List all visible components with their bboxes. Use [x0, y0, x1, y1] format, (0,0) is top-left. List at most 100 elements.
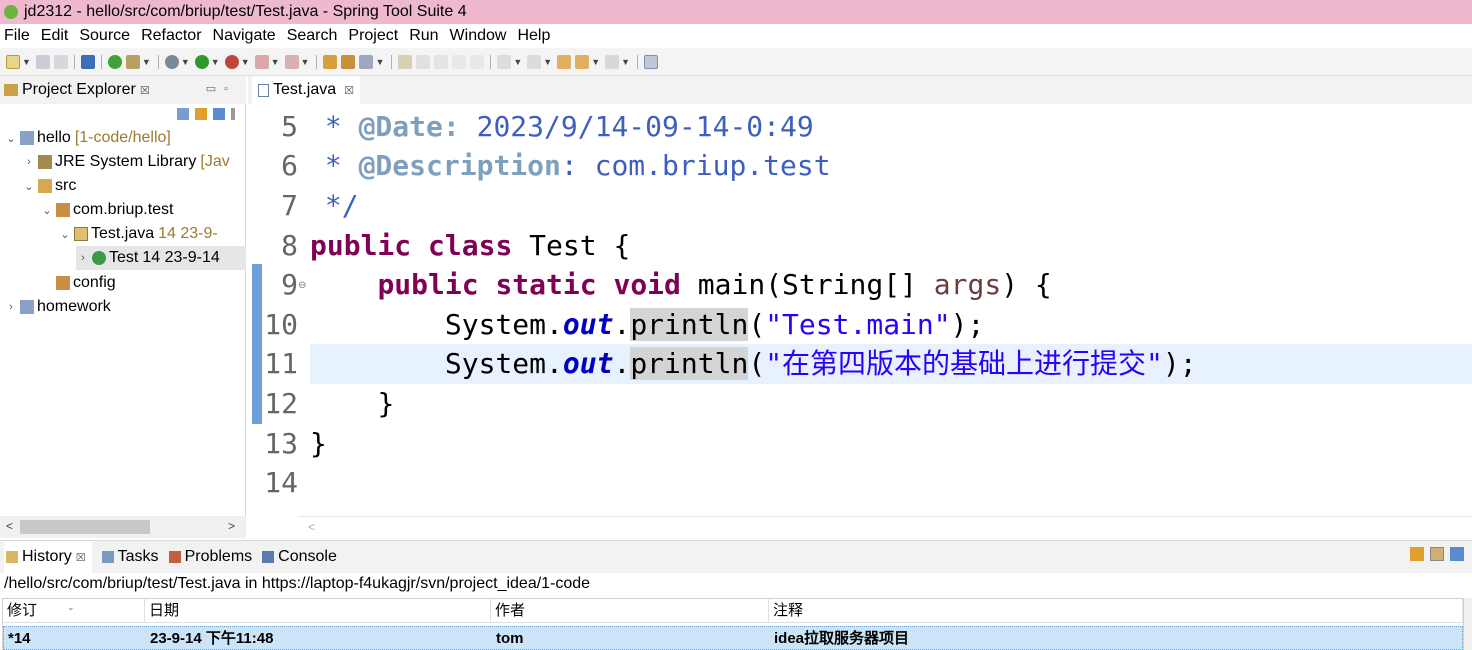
tree-item-src[interactable]: ⌄ src [22, 174, 76, 198]
search-dropdown-icon[interactable]: ▼ [375, 57, 384, 67]
close-icon[interactable]: ☒ [76, 551, 86, 564]
column-header-date[interactable]: 日期 [145, 599, 491, 623]
column-header-author[interactable]: 作者 [491, 599, 769, 623]
expand-icon[interactable]: › [76, 252, 90, 264]
menu-project[interactable]: Project [348, 27, 398, 45]
tree-item-jre[interactable]: › JRE System Library [Jav [22, 150, 230, 174]
open-perspective-icon[interactable] [644, 54, 659, 69]
menu-file[interactable]: File [4, 27, 30, 45]
new-spring-icon[interactable] [125, 54, 140, 69]
forward-dropdown-icon[interactable]: ▼ [621, 57, 630, 67]
code-editor[interactable]: Test.java ☒ ⊖ 5 6 7 8 9 10 11 12 13 14 *… [248, 76, 1472, 538]
explorer-horizontal-scrollbar[interactable]: < > [0, 516, 246, 538]
run-dropdown-icon[interactable]: ▼ [211, 57, 220, 67]
menu-search[interactable]: Search [287, 27, 338, 45]
expand-icon[interactable]: ⌄ [40, 204, 54, 217]
terminal-icon[interactable] [80, 54, 95, 69]
show-whitespace-icon[interactable] [452, 54, 467, 69]
save-all-icon[interactable] [53, 54, 68, 69]
menu-refactor[interactable]: Refactor [141, 27, 201, 45]
prev-annotation-dropdown-icon[interactable]: ▼ [543, 57, 552, 67]
link-with-editor-icon[interactable] [195, 108, 207, 120]
new-dropdown-icon[interactable]: ▼ [22, 57, 31, 67]
main-toolbar: ▼ ▼ ▼ ▼ ▼ ▼ ▼ ▼ ▼ ▼ ▼ ▼ [0, 48, 1472, 76]
collapse-all-icon[interactable] [177, 108, 189, 120]
menu-source[interactable]: Source [79, 27, 130, 45]
menu-help[interactable]: Help [517, 27, 550, 45]
fold-icon[interactable]: ⊖ [298, 280, 306, 291]
project-explorer: Project Explorer ☒ ▭▫ ⌄ hello [1-code/he… [0, 76, 246, 538]
scroll-left-icon[interactable]: < [6, 519, 13, 533]
tree-item-config[interactable]: config [40, 271, 116, 295]
expand-icon[interactable]: ⌄ [22, 180, 36, 193]
server-icon[interactable] [284, 54, 299, 69]
back-dropdown-icon[interactable]: ▼ [591, 57, 600, 67]
last-edit-icon[interactable] [557, 54, 572, 69]
debug-dropdown-icon[interactable]: ▼ [181, 57, 190, 67]
menu-navigate[interactable]: Navigate [213, 27, 276, 45]
parameter: args [933, 268, 1002, 301]
next-annotation-icon[interactable] [497, 54, 512, 69]
toggle-mark-icon[interactable] [398, 54, 413, 69]
prev-annotation-icon[interactable] [527, 54, 542, 69]
scroll-right-icon[interactable]: > [228, 519, 235, 533]
editor-tab-bar: Test.java ☒ [248, 76, 1472, 104]
scroll-thumb[interactable] [20, 520, 150, 534]
link-with-editor-icon[interactable] [1430, 547, 1444, 561]
column-header-comment[interactable]: 注释 [769, 599, 1463, 623]
tree-item-homework[interactable]: › homework [4, 295, 111, 319]
tab-history[interactable]: History ☒ [4, 541, 92, 573]
block-select-icon[interactable] [434, 54, 449, 69]
column-header-revision[interactable]: 修订 ⌄ [3, 599, 145, 623]
save-icon[interactable] [35, 54, 50, 69]
menu-edit[interactable]: Edit [41, 27, 69, 45]
menu-window[interactable]: Window [450, 27, 507, 45]
next-annotation-dropdown-icon[interactable]: ▼ [513, 57, 522, 67]
open-task-icon[interactable] [341, 54, 356, 69]
expand-icon[interactable]: ⌄ [4, 132, 18, 145]
project-explorer-tab[interactable]: Project Explorer ☒ ▭▫ [0, 76, 246, 104]
tab-problems[interactable]: Problems [168, 548, 252, 566]
expand-icon[interactable]: › [22, 156, 36, 168]
minimize-maximize-icon[interactable]: ▭▫ [206, 82, 236, 95]
new-icon[interactable] [6, 54, 20, 69]
refresh-icon[interactable] [1410, 547, 1424, 561]
stop-dropdown-icon[interactable]: ▼ [271, 57, 280, 67]
view-menu-icon[interactable] [231, 108, 235, 120]
menu-run[interactable]: Run [409, 27, 438, 45]
stop-icon[interactable] [254, 54, 269, 69]
word-wrap-icon[interactable] [416, 54, 431, 69]
expand-icon[interactable]: ⌄ [58, 228, 72, 241]
expand-icon[interactable]: › [4, 301, 18, 313]
spring-dropdown-icon[interactable]: ▼ [142, 57, 151, 67]
tree-item-hello[interactable]: ⌄ hello [1-code/hello] [4, 126, 170, 150]
editor-horizontal-scrollbar[interactable]: < [298, 516, 1472, 538]
tab-console[interactable]: Console [262, 548, 337, 566]
boot-dashboard-icon[interactable] [107, 54, 122, 69]
source-folder-icon [38, 179, 52, 193]
back-icon[interactable] [575, 54, 590, 69]
tree-item-package[interactable]: ⌄ com.briup.test [40, 198, 173, 222]
code-line-13: } [310, 424, 327, 464]
table-row[interactable]: *14 23-9-14 下午11:48 tom idea拉取服务器项目 [3, 626, 1463, 650]
forward-icon[interactable] [605, 54, 620, 69]
filter-icon[interactable] [213, 108, 225, 120]
tree-item-test-java[interactable]: ⌄ Test.java 14 23-9- [58, 222, 246, 246]
open-type-icon[interactable] [323, 54, 338, 69]
external-tools-icon[interactable] [224, 54, 239, 69]
debug-icon[interactable] [164, 54, 179, 69]
run-icon[interactable] [194, 54, 209, 69]
close-icon[interactable]: ☒ [140, 84, 150, 97]
tree-item-test-class[interactable]: › Test 14 23-9-14 [76, 246, 246, 270]
pilcrow-icon[interactable] [470, 54, 485, 69]
tab-tasks[interactable]: Tasks [101, 548, 159, 566]
server-dropdown-icon[interactable]: ▼ [301, 57, 310, 67]
editor-tab-test-java[interactable]: Test.java ☒ [252, 76, 361, 104]
external-tools-dropdown-icon[interactable]: ▼ [241, 57, 250, 67]
pin-icon[interactable] [1450, 547, 1464, 561]
code-line-7: */ [308, 186, 359, 226]
search-icon[interactable] [359, 54, 374, 69]
scroll-left-icon[interactable]: < [308, 520, 315, 534]
close-icon[interactable]: ☒ [344, 84, 354, 97]
history-vertical-scrollbar[interactable] [1464, 598, 1472, 650]
